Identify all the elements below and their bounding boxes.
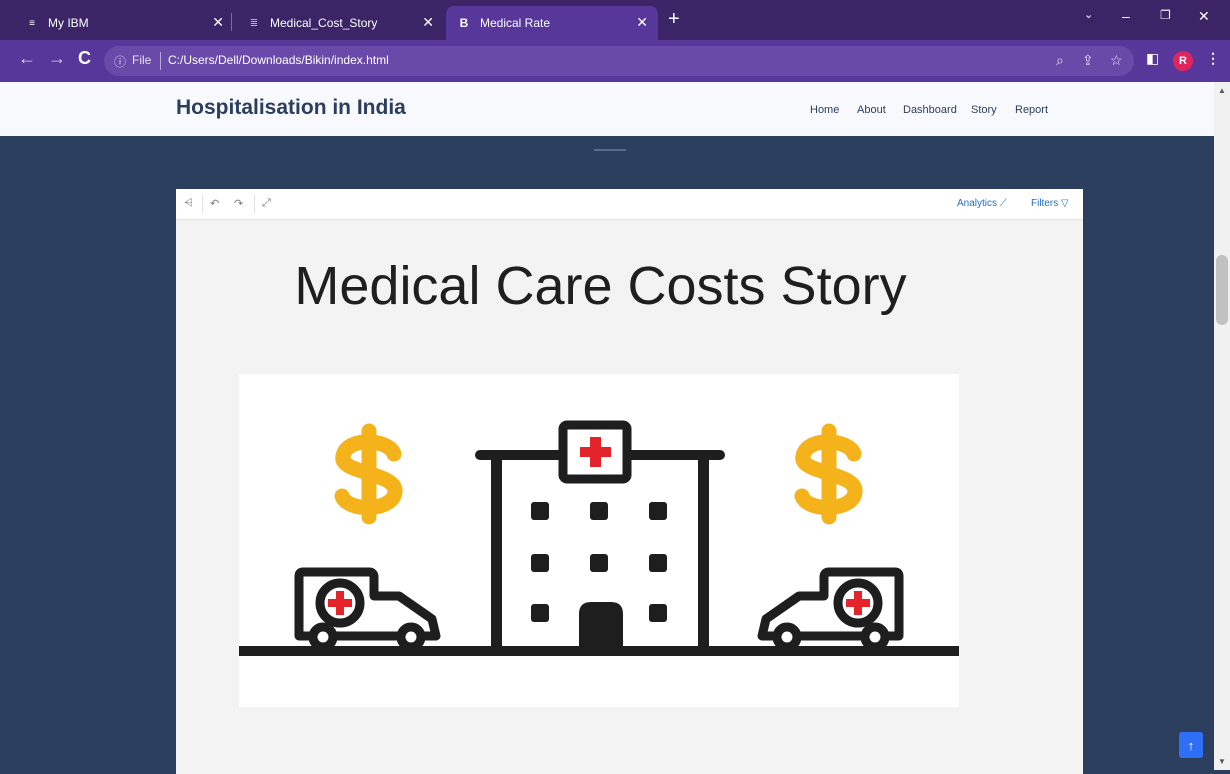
story-embed: ⩤ ↶ ↷ ⤢ Analytics ⟋ Filters ▽ Medical Ca… [176, 189, 1083, 774]
share-icon[interactable]: ⩤ [184, 197, 193, 210]
share-icon[interactable]: ⇪ [1082, 52, 1094, 69]
tab-medical-rate[interactable]: B Medical Rate ✕ [446, 6, 658, 40]
profile-avatar[interactable]: R [1173, 51, 1193, 71]
new-tab-icon[interactable]: + [668, 8, 680, 31]
page-scrollbar[interactable]: ▲ ▼ [1214, 82, 1230, 770]
info-icon[interactable]: ⓘ [114, 53, 126, 70]
minimize-icon[interactable]: – [1122, 8, 1130, 24]
ambulance-icon [294, 567, 441, 652]
side-panel-icon[interactable]: ◧ [1146, 50, 1159, 67]
url-text[interactable]: C:/Users/Dell/Downloads/Bikin/index.html [168, 53, 389, 67]
reload-icon[interactable]: C [78, 48, 91, 69]
ibm-logo-icon: ≡ [29, 17, 35, 29]
site-brand[interactable]: Hospitalisation in India [176, 96, 406, 120]
browser-tab-bar: ≡ My IBM ✕ ≣ Medical_Cost_Story ✕ B Medi… [0, 0, 1230, 40]
fullscreen-icon[interactable]: ⤢ [262, 197, 271, 210]
restore-icon[interactable]: ❐ [1160, 8, 1171, 22]
document-icon: ≣ [249, 17, 259, 29]
site-header: Hospitalisation in India Home About Dash… [0, 82, 1214, 136]
close-icon[interactable]: ✕ [212, 14, 224, 31]
hospital-illustration [239, 374, 959, 707]
zoom-icon[interactable]: ⌕ [1056, 52, 1064, 69]
dollar-sign-icon [334, 423, 403, 525]
story-toolbar: ⩤ ↶ ↷ ⤢ Analytics ⟋ Filters ▽ [176, 189, 1083, 220]
close-icon[interactable]: ✕ [422, 14, 434, 31]
hospital-costs-graphic [239, 420, 959, 656]
filters-button[interactable]: Filters ▽ [1031, 198, 1069, 209]
redo-icon[interactable]: ↷ [234, 197, 243, 210]
bookmark-star-icon[interactable]: ☆ [1110, 52, 1123, 69]
nav-home[interactable]: Home [810, 104, 839, 116]
ambulance-icon [757, 567, 904, 652]
b-favicon-icon: B [459, 16, 469, 30]
nav-about[interactable]: About [857, 104, 886, 116]
tab-title: My IBM [48, 16, 89, 30]
tab-title: Medical_Cost_Story [270, 16, 378, 30]
analytics-button[interactable]: Analytics ⟋ [957, 198, 1007, 209]
scrollbar-thumb[interactable] [1216, 255, 1228, 325]
analytics-label: Analytics [957, 198, 998, 209]
address-bar[interactable]: ⓘ File C:/Users/Dell/Downloads/Bikin/ind… [104, 46, 1134, 76]
tab-my-ibm[interactable]: ≡ My IBM ✕ [14, 6, 234, 40]
undo-icon[interactable]: ↶ [210, 197, 219, 210]
file-label: File [132, 53, 152, 67]
line-chart-icon: ⟋ [999, 198, 1007, 209]
back-to-top-button[interactable]: ↑ [1179, 732, 1203, 758]
close-icon[interactable]: ✕ [636, 14, 648, 31]
section-divider [594, 149, 626, 151]
arrow-up-icon: ↑ [1187, 737, 1195, 753]
nav-report[interactable]: Report [1015, 104, 1048, 116]
nav-dashboard[interactable]: Dashboard [903, 104, 957, 116]
close-window-icon[interactable]: ✕ [1198, 8, 1210, 25]
scroll-up-icon[interactable]: ▲ [1218, 86, 1226, 95]
menu-icon[interactable]: ⋮ [1206, 50, 1220, 67]
filters-label: Filters [1031, 198, 1059, 209]
back-icon[interactable]: ← [18, 48, 36, 69]
story-title: Medical Care Costs Story [294, 256, 907, 316]
funnel-icon: ▽ [1061, 198, 1069, 209]
scroll-down-icon[interactable]: ▼ [1218, 757, 1226, 766]
tab-title: Medical Rate [480, 16, 551, 30]
dollar-sign-icon [794, 423, 863, 525]
nav-story[interactable]: Story [971, 104, 997, 116]
tab-medical-cost-story[interactable]: ≣ Medical_Cost_Story ✕ [236, 6, 444, 40]
hospital-building-icon [475, 420, 725, 650]
forward-icon[interactable]: → [48, 48, 66, 69]
tab-search-icon[interactable]: ⌄ [1084, 8, 1093, 21]
